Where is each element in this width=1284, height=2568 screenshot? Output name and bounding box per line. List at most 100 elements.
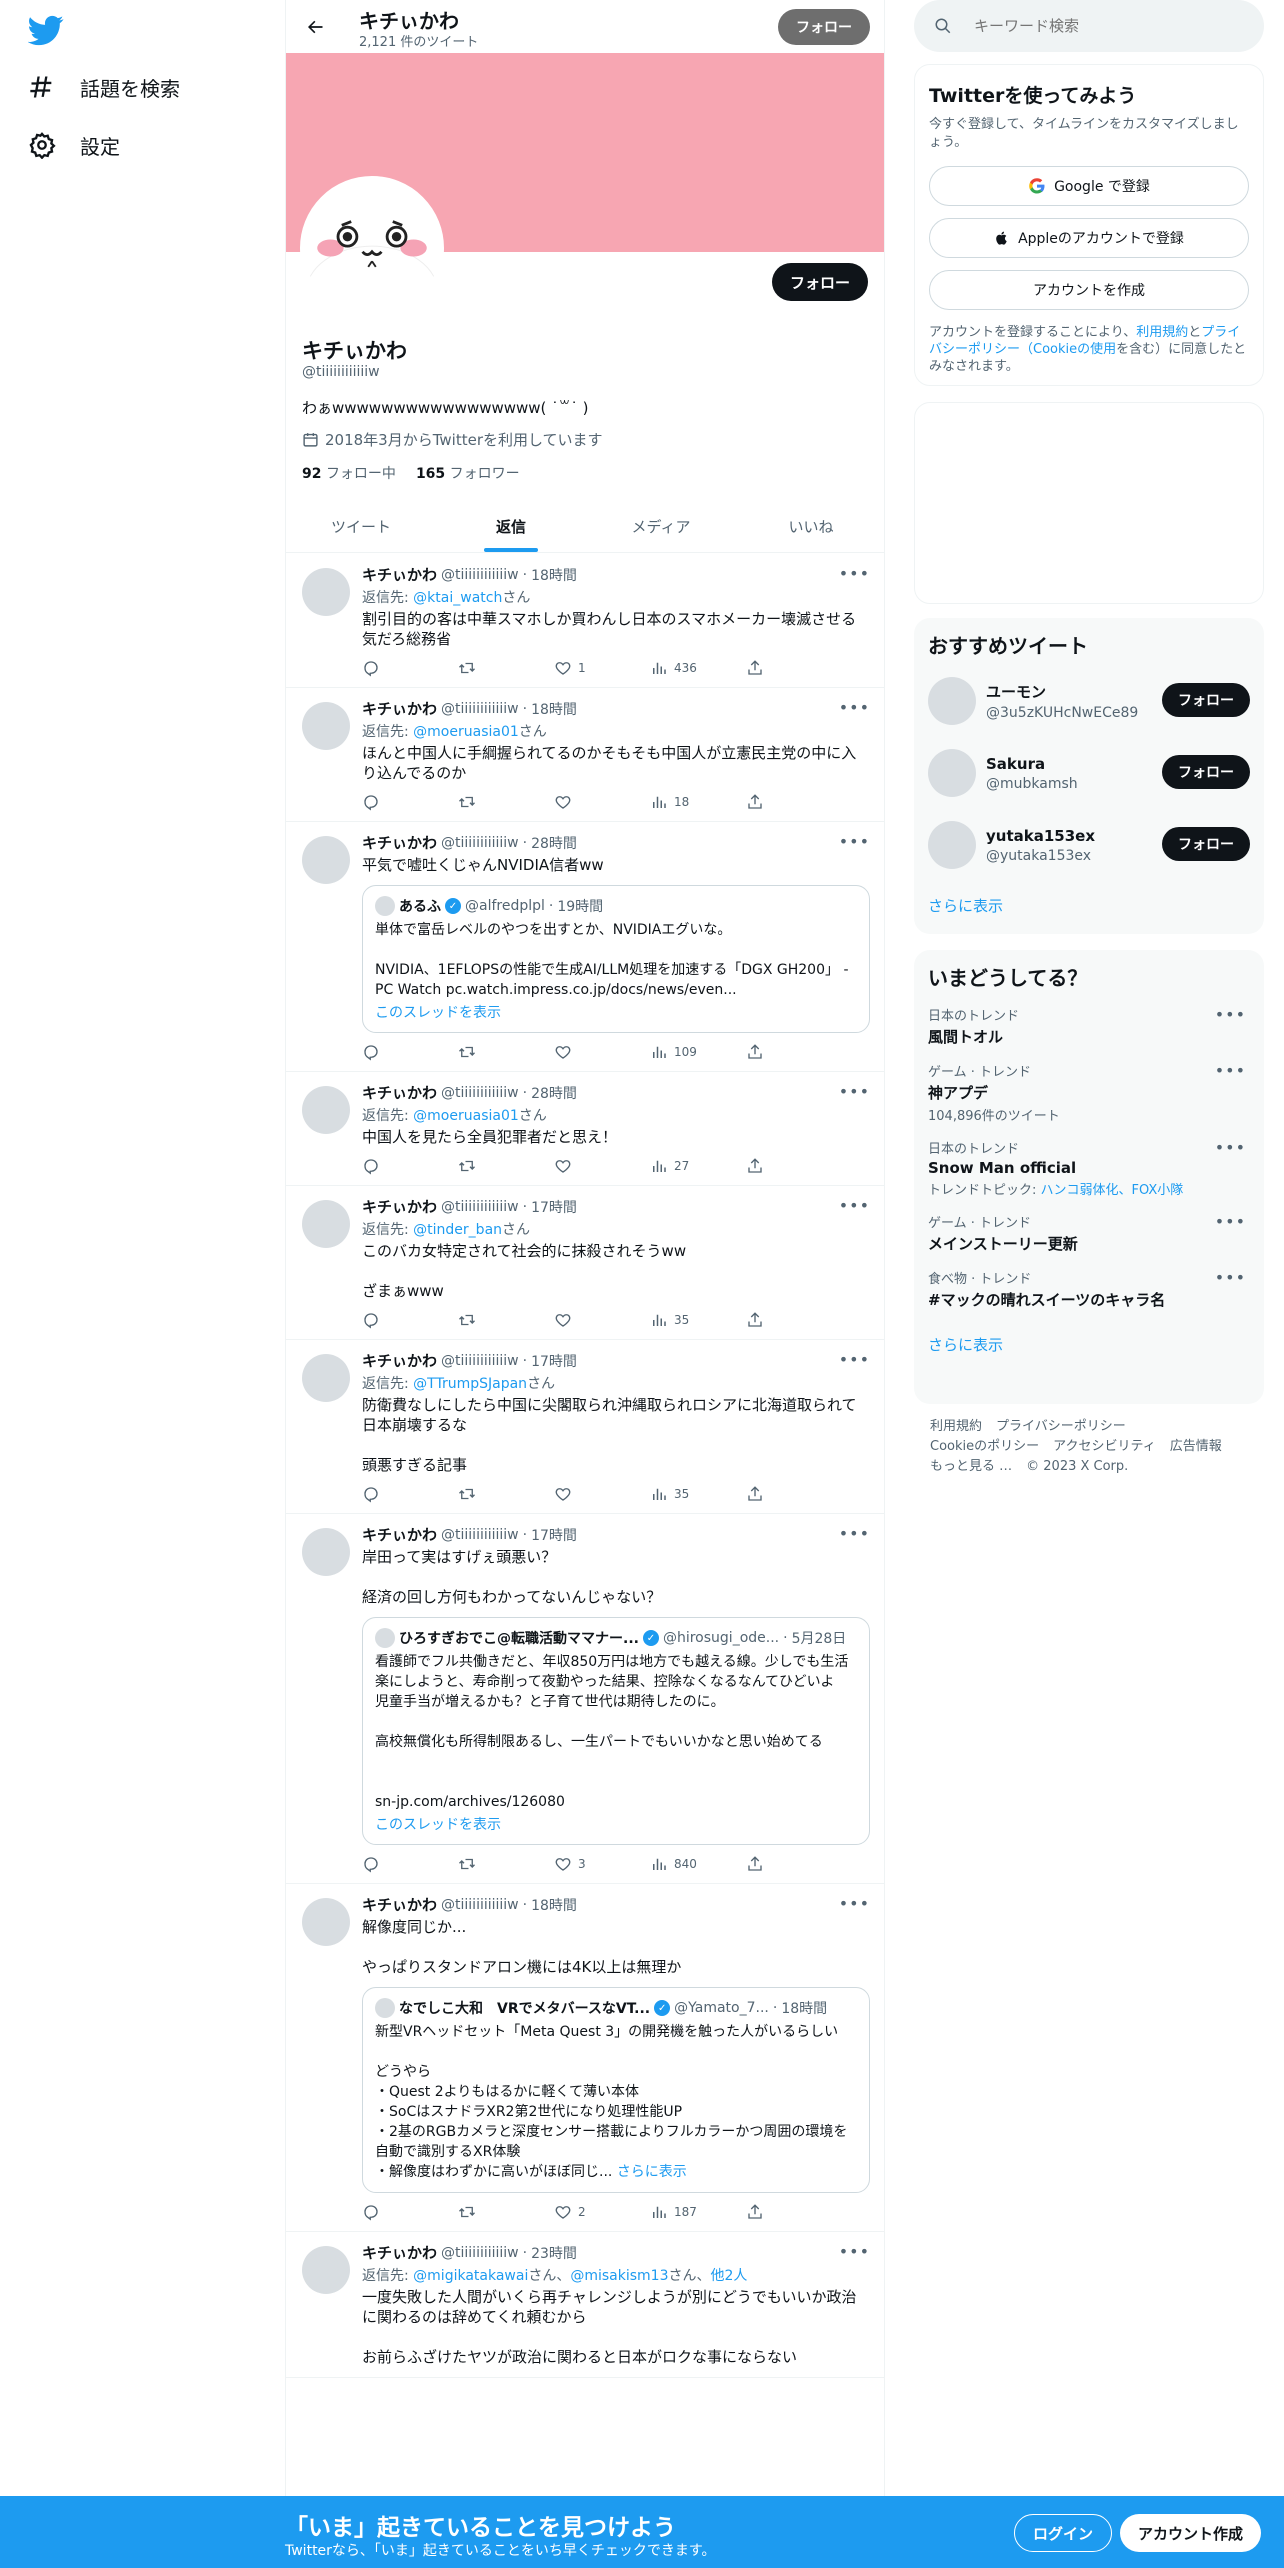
profile-follow-button[interactable]: フォロー — [771, 263, 868, 301]
views-button[interactable]: 27 — [650, 1157, 746, 1175]
tweet[interactable]: キチぃかわ @tiiiiiiiiiiiiw · 17時間 ••• 返信先: @TTru… — [286, 1340, 884, 1514]
tweet-author-name[interactable]: キチぃかわ — [362, 832, 437, 853]
trend-item[interactable]: ゲーム · トレンド 神アプデ 104,896件のツイート ••• — [928, 1061, 1250, 1124]
retweet-button[interactable] — [458, 1043, 554, 1061]
search-input[interactable] — [974, 17, 1224, 35]
more-icon[interactable]: ••• — [1215, 1138, 1246, 1157]
more-icon[interactable]: ••• — [1215, 1268, 1246, 1287]
tweet-author-name[interactable]: キチぃかわ — [362, 2242, 437, 2263]
more-icon[interactable]: ••• — [839, 698, 870, 717]
tweet[interactable]: キチぃかわ @tiiiiiiiiiiiiw · 23時間 ••• 返信先: @migi… — [286, 2232, 884, 2378]
reply-mention[interactable]: @tinder_ban — [413, 1222, 502, 1238]
like-button[interactable]: 2 — [554, 2203, 650, 2221]
tweet-time[interactable]: 23時間 — [531, 2243, 577, 2263]
nav-settings[interactable]: 設定 — [28, 125, 120, 165]
terms-link[interactable]: 利用規約 — [1136, 325, 1188, 340]
trend-item[interactable]: ゲーム · トレンド メインストーリー更新 ••• — [928, 1212, 1250, 1254]
share-button[interactable] — [746, 1311, 842, 1329]
recommended-show-more[interactable]: さらに表示 — [928, 895, 1250, 916]
tab-media[interactable]: メディア — [586, 500, 736, 552]
header-follow-button[interactable]: フォロー — [778, 9, 870, 45]
more-icon[interactable]: ••• — [1215, 1212, 1246, 1231]
avatar[interactable] — [928, 749, 976, 797]
search-bar[interactable] — [914, 0, 1264, 52]
like-button[interactable] — [554, 1311, 650, 1329]
views-button[interactable]: 109 — [650, 1043, 746, 1061]
like-button[interactable] — [554, 793, 650, 811]
tweet-time[interactable]: 17時間 — [531, 1197, 577, 1217]
recommended-user[interactable]: yutaka153ex @yutaka153ex フォロー — [928, 809, 1250, 881]
tweet-author-name[interactable]: キチぃかわ — [362, 1082, 437, 1103]
create-account-button[interactable]: アカウントを作成 — [929, 270, 1249, 310]
like-button[interactable] — [554, 1157, 650, 1175]
reply-button[interactable] — [362, 1043, 458, 1061]
tweet[interactable]: キチぃかわ @tiiiiiiiiiiiiw · 28時間 ••• 平気で嘘吐くじゃんN… — [286, 822, 884, 1072]
more-icon[interactable]: ••• — [1215, 1061, 1246, 1080]
avatar[interactable] — [302, 2246, 350, 2294]
retweet-button[interactable] — [458, 2203, 554, 2221]
more-icon[interactable]: ••• — [839, 1082, 870, 1101]
tweet-author-name[interactable]: キチぃかわ — [362, 1524, 437, 1545]
retweet-button[interactable] — [458, 1311, 554, 1329]
trend-item[interactable]: 日本のトレンド 風間トオル ••• — [928, 1005, 1250, 1047]
tweet-author-name[interactable]: キチぃかわ — [362, 1894, 437, 1915]
tweet[interactable]: キチぃかわ @tiiiiiiiiiiiiw · 18時間 ••• 解像度同じか... … — [286, 1884, 884, 2232]
avatar[interactable] — [928, 821, 976, 869]
reply-mention[interactable]: @ktai_watch — [413, 590, 502, 606]
views-button[interactable]: 35 — [650, 1485, 746, 1503]
show-more-link[interactable]: さらに表示 — [617, 2164, 687, 2180]
share-button[interactable] — [746, 793, 842, 811]
following-link[interactable]: 92 フォロー中 — [302, 463, 396, 483]
avatar[interactable] — [302, 702, 350, 750]
reply-button[interactable] — [362, 1855, 458, 1873]
tweet[interactable]: キチぃかわ @tiiiiiiiiiiiiw · 18時間 ••• 返信先: @ktai… — [286, 554, 884, 688]
profile-avatar[interactable] — [300, 176, 444, 320]
reply-mention[interactable]: @moeruasia01 — [413, 724, 519, 740]
like-button[interactable]: 1 — [554, 659, 650, 677]
tweet[interactable]: キチぃかわ @tiiiiiiiiiiiiw · 17時間 ••• 岸田って実はすげぇ頭… — [286, 1514, 884, 1884]
reply-mention[interactable]: @moeruasia01 — [413, 1108, 519, 1124]
more-icon[interactable]: ••• — [839, 832, 870, 851]
retweet-button[interactable] — [458, 1855, 554, 1873]
apple-signup-button[interactable]: Appleのアカウントで登録 — [929, 218, 1249, 258]
tweet[interactable]: キチぃかわ @tiiiiiiiiiiiiw · 18時間 ••• 返信先: @moer… — [286, 688, 884, 822]
reply-button[interactable] — [362, 2203, 458, 2221]
like-button[interactable] — [554, 1485, 650, 1503]
tweet-time[interactable]: 18時間 — [531, 699, 577, 719]
more-icon[interactable]: ••• — [839, 2242, 870, 2261]
quoted-tweet[interactable]: ひろすぎおでこ@転職活動ママナー... ✓ @hirosugi_ode... · 5月2… — [362, 1617, 870, 1845]
reply-button[interactable] — [362, 1311, 458, 1329]
share-button[interactable] — [746, 659, 842, 677]
more-icon[interactable]: ••• — [839, 564, 870, 583]
avatar[interactable] — [302, 1200, 350, 1248]
reply-mention[interactable]: @TTrumpSJapan — [413, 1376, 527, 1392]
avatar[interactable] — [928, 677, 976, 725]
reply-mention[interactable]: @misakism13 — [570, 2268, 668, 2284]
avatar[interactable] — [302, 1898, 350, 1946]
retweet-button[interactable] — [458, 1157, 554, 1175]
share-button[interactable] — [746, 2203, 842, 2221]
tweet-time[interactable]: 28時間 — [531, 1083, 577, 1103]
recommended-user[interactable]: Sakura @mubkamsh フォロー — [928, 737, 1250, 809]
nav-explore[interactable]: 話題を検索 — [28, 67, 180, 107]
reply-button[interactable] — [362, 659, 458, 677]
tweet-time[interactable]: 18時間 — [531, 1895, 577, 1915]
avatar[interactable] — [302, 1528, 350, 1576]
show-thread-link[interactable]: このスレッドを表示 — [375, 1814, 857, 1834]
tweet-time[interactable]: 17時間 — [531, 1351, 577, 1371]
trend-item[interactable]: 食べ物 · トレンド #マックの晴れスイーツのキャラ名 ••• — [928, 1268, 1250, 1310]
like-button[interactable] — [554, 1043, 650, 1061]
more-icon[interactable]: ••• — [839, 1196, 870, 1215]
tweet-author-name[interactable]: キチぃかわ — [362, 564, 437, 585]
footer-accessibility-link[interactable]: アクセシビリティ — [1053, 1437, 1156, 1457]
tweet-time[interactable]: 18時間 — [531, 565, 577, 585]
footer-more-link[interactable]: もっと見る … — [930, 1457, 1012, 1477]
retweet-button[interactable] — [458, 659, 554, 677]
trend-item[interactable]: 日本のトレンド Snow Man official トレンドトピック: ハンコ弱… — [928, 1138, 1250, 1198]
footer-privacy-link[interactable]: プライバシーポリシー — [996, 1417, 1126, 1437]
reply-button[interactable] — [362, 1157, 458, 1175]
retweet-button[interactable] — [458, 1485, 554, 1503]
follow-button[interactable]: フォロー — [1162, 755, 1250, 789]
show-thread-link[interactable]: このスレッドを表示 — [375, 1002, 857, 1022]
reply-button[interactable] — [362, 1485, 458, 1503]
